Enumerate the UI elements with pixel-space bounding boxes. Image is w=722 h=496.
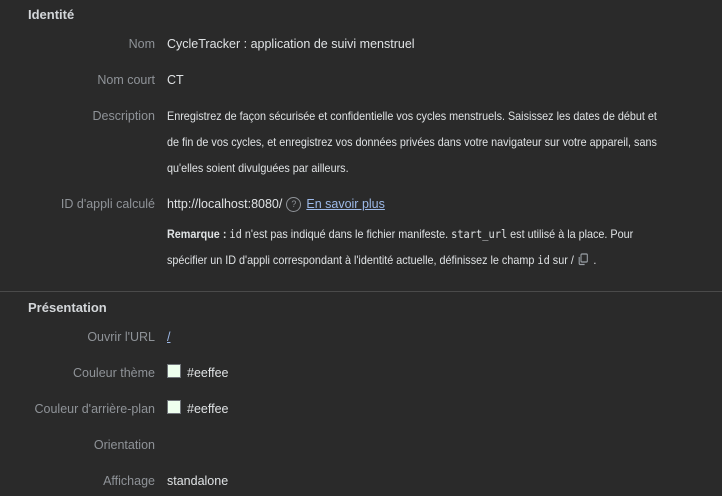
note-code-start-url: start_url <box>451 227 507 241</box>
app-id-note-line-2: spécifier un ID d'appli correspondant à … <box>167 247 661 273</box>
help-circle-icon[interactable]: ? <box>286 197 301 212</box>
description-line: qu'elles soient divulguées par ailleurs. <box>167 155 661 181</box>
field-label-background-color: Couleur d'arrière-plan <box>16 396 155 422</box>
note-text: est utilisé à la place. Pour <box>507 227 633 241</box>
field-value-display: standalone <box>167 468 716 494</box>
theme-color-swatch <box>167 364 181 378</box>
field-label-computed-app-id: ID d'appli calculé <box>16 191 155 217</box>
copy-icon[interactable] <box>578 253 590 266</box>
manifest-section-identity: Identité Nom CycleTracker : application … <box>0 0 722 273</box>
description-line: de fin de vos cycles, et enregistrez vos… <box>167 129 661 155</box>
field-row-name: Nom CycleTracker : application de suivi … <box>16 31 716 57</box>
manifest-section-presentation: Présentation Ouvrir l'URL / Couleur thèm… <box>0 291 722 494</box>
field-row-background-color: Couleur d'arrière-plan #eeffee <box>16 396 716 422</box>
note-code-id: id <box>537 253 549 267</box>
learn-more-link[interactable]: En savoir plus <box>306 191 385 217</box>
field-row-display: Affichage standalone <box>16 468 716 494</box>
field-value-description: Enregistrez de façon sécurisée et confid… <box>167 103 716 181</box>
note-text: . <box>590 253 596 267</box>
background-color-swatch <box>167 400 181 414</box>
section-title-identity: Identité <box>28 2 716 28</box>
note-text: n'est pas indiqué dans le fichier manife… <box>242 227 451 241</box>
field-value-computed-app-id: http://localhost:8080/ ? En savoir plus … <box>167 191 716 273</box>
description-line: Enregistrez de façon sécurisée et confid… <box>167 103 661 129</box>
background-color-hex: #eeffee <box>187 402 228 416</box>
app-id-url: http://localhost:8080/ <box>167 191 282 217</box>
field-row-start-url: Ouvrir l'URL / <box>16 324 716 350</box>
note-text: spécifier un ID d'appli correspondant à … <box>167 253 537 267</box>
field-row-computed-app-id: ID d'appli calculé http://localhost:8080… <box>16 191 716 273</box>
field-label-description: Description <box>16 103 155 129</box>
start-url-link[interactable]: / <box>167 330 170 344</box>
field-row-orientation: Orientation <box>16 432 716 458</box>
field-row-short-name: Nom court CT <box>16 67 716 93</box>
field-value-start-url: / <box>167 324 716 350</box>
field-row-description: Description Enregistrez de façon sécuris… <box>16 103 716 181</box>
field-label-name: Nom <box>16 31 155 57</box>
field-label-theme-color: Couleur thème <box>16 360 155 386</box>
app-id-note-line-1: Remarque : id n'est pas indiqué dans le … <box>167 221 661 247</box>
app-id-note: Remarque : id n'est pas indiqué dans le … <box>167 221 716 273</box>
field-row-theme-color: Couleur thème #eeffee <box>16 360 716 386</box>
section-title-presentation: Présentation <box>28 295 716 321</box>
field-label-display: Affichage <box>16 468 155 494</box>
field-value-name: CycleTracker : application de suivi mens… <box>167 31 716 57</box>
note-code-id: id <box>229 227 241 241</box>
field-label-short-name: Nom court <box>16 67 155 93</box>
field-value-theme-color: #eeffee <box>167 360 716 386</box>
app-id-url-line: http://localhost:8080/ ? En savoir plus <box>167 191 716 217</box>
note-text: sur / <box>550 253 577 267</box>
field-value-short-name: CT <box>167 67 716 93</box>
field-label-orientation: Orientation <box>16 432 155 458</box>
theme-color-hex: #eeffee <box>187 366 228 380</box>
note-remark-label: Remarque : <box>167 227 229 241</box>
field-label-start-url: Ouvrir l'URL <box>16 324 155 350</box>
field-value-background-color: #eeffee <box>167 396 716 422</box>
